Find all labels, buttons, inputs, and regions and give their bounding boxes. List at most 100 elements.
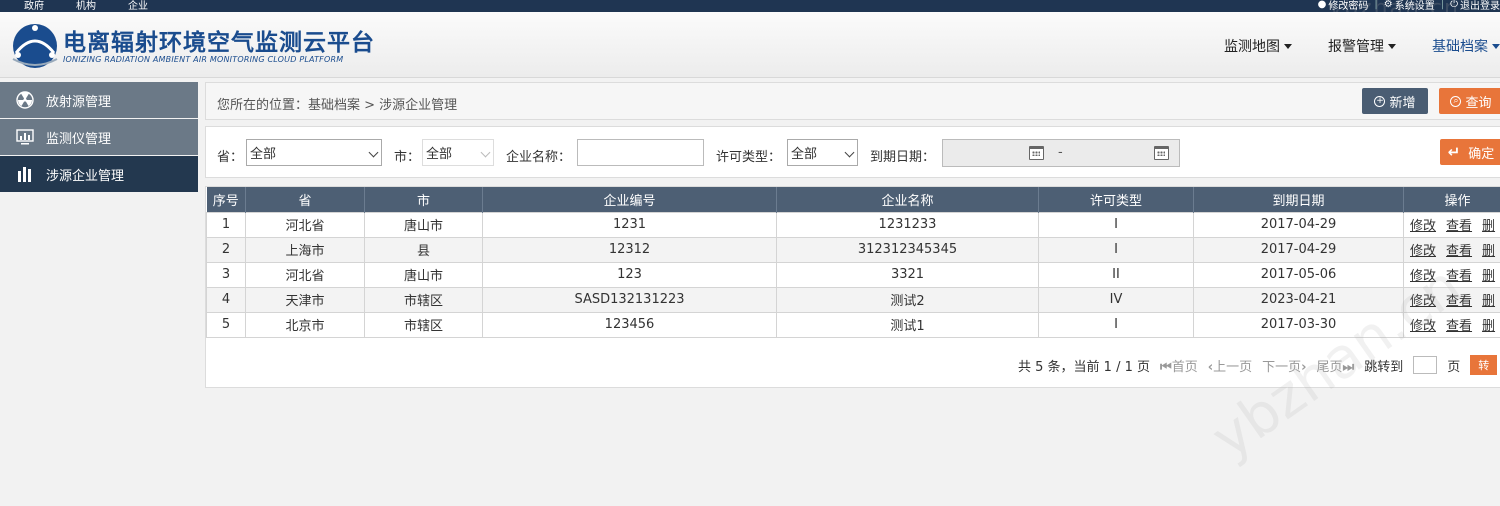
license-type-select-value: 全部 [791, 147, 818, 162]
col-header-province: 省 [245, 187, 365, 212]
sidebar-item-label: 监测仪管理 [46, 131, 112, 147]
view-link[interactable]: 查看 [1446, 219, 1472, 234]
chevron-down-icon [844, 147, 855, 158]
cell-city: 唐山市 [364, 211, 483, 238]
building-icon [18, 167, 31, 182]
nav-basic-records[interactable]: 基础档案 [1432, 36, 1500, 56]
system-settings-link[interactable]: ⚙ 系统设置 [1384, 0, 1435, 12]
sidebar-item-monitor[interactable]: 监测仪管理 [0, 119, 198, 155]
cell-city: 市辖区 [364, 286, 483, 313]
calendar-icon[interactable] [1029, 146, 1044, 160]
col-header-actions: 操作 [1403, 187, 1500, 212]
sidebar-item-radiation-source[interactable]: 放射源管理 [0, 82, 198, 118]
go-button[interactable]: 转 [1470, 355, 1498, 375]
cell-license-type: IV [1038, 286, 1194, 313]
top-link-government[interactable]: 政府 [24, 0, 44, 12]
cell-city: 县 [364, 236, 483, 263]
delete-link[interactable]: 删 [1482, 269, 1495, 284]
delete-link[interactable]: 删 [1482, 294, 1495, 309]
cell-license-type: I [1038, 311, 1194, 338]
cell-province: 河北省 [245, 211, 365, 238]
cell-expiry-date: 2017-05-06 [1193, 261, 1404, 288]
table-row: 3 河北省 唐山市 123 3321 II 2017-05-06 修改 查看删 [206, 261, 1500, 288]
enterprise-name-input[interactable] [577, 139, 704, 166]
cell-enterprise-code: 12312 [482, 236, 777, 263]
table-row: 1 河北省 唐山市 1231 1231233 I 2017-04-29 修改 查看… [206, 211, 1500, 238]
change-password-label: 修改密码 [1328, 1, 1369, 12]
cell-index: 1 [206, 211, 246, 238]
app-title: 电离辐射环境空气监测云平台 [63, 30, 375, 56]
cell-license-type: I [1038, 211, 1194, 238]
table-row: 4 天津市 市辖区 SASD132131223 测试2 IV 2023-04-2… [206, 286, 1500, 313]
prev-page-button[interactable]: ‹上一页 [1208, 356, 1252, 375]
gear-icon: ⚙ [1383, 0, 1393, 10]
logout-label: 退出登录 [1460, 1, 1500, 12]
expiry-date-label: 到期日期： [870, 150, 936, 165]
first-page-button[interactable]: ⏮首页 [1160, 356, 1198, 375]
cell-expiry-date: 2017-04-29 [1193, 236, 1404, 263]
cell-enterprise-name: 1231233 [776, 211, 1039, 238]
nav-label: 监测地图 [1224, 39, 1280, 55]
expiry-date-range: - [942, 139, 1180, 167]
top-link-enterprise[interactable]: 企业 [128, 0, 148, 12]
enterprise-table: 序号 省 市 企业编号 企业名称 许可类型 到期日期 操作 1 河北省 唐山市 … [206, 187, 1500, 338]
calendar-icon[interactable] [1154, 146, 1169, 160]
enter-arrow-icon: ↵ [1447, 143, 1461, 161]
monitor-chart-icon [16, 129, 34, 145]
enterprise-name-label: 企业名称： [506, 150, 572, 165]
nav-alarm-management[interactable]: 报警管理 [1328, 36, 1396, 56]
plus-icon: + [1374, 95, 1386, 107]
query-button[interactable]: ⌕ 查询 [1439, 88, 1500, 114]
cell-license-type: I [1038, 236, 1194, 263]
radiation-icon [16, 91, 34, 109]
jump-page-input[interactable] [1413, 356, 1438, 374]
chevron-down-icon [480, 147, 491, 158]
date-separator: - [1058, 145, 1063, 160]
logo-globe-icon [12, 24, 58, 68]
sidebar: 放射源管理 监测仪管理 涉源企业管理 [0, 82, 198, 193]
edit-link[interactable]: 修改 [1410, 219, 1436, 234]
first-page-icon: ⏮ [1160, 359, 1172, 375]
cell-enterprise-code: SASD132131223 [482, 286, 777, 313]
cell-province: 上海市 [245, 236, 365, 263]
confirm-button-label: 确定 [1468, 146, 1495, 162]
change-password-link[interactable]: ● 修改密码 [1318, 0, 1369, 12]
cell-actions: 修改 查看删 [1403, 236, 1500, 263]
cell-city: 唐山市 [364, 261, 483, 288]
delete-link[interactable]: 删 [1482, 244, 1495, 259]
view-link[interactable]: 查看 [1446, 244, 1472, 259]
cell-actions: 修改 查看删 [1403, 211, 1500, 238]
search-icon: ⌕ [1450, 95, 1462, 107]
delete-link[interactable]: 删 [1482, 319, 1495, 334]
cell-province: 北京市 [245, 311, 365, 338]
filter-panel: 省： 全部 市： 全部 企业名称： 许可类型： 全部 到期日期： - ↵ 确定 [205, 126, 1500, 178]
pagination-summary: 共 5 条，当前 1 / 1 页 [1018, 359, 1150, 375]
logout-link[interactable]: ⏻ 退出登录 [1450, 0, 1500, 12]
table-row: 5 北京市 市辖区 123456 测试1 I 2017-03-30 修改 查看删 [206, 311, 1500, 338]
col-header-index: 序号 [206, 187, 246, 212]
caret-down-icon [1284, 43, 1292, 49]
col-header-enterprise-name: 企业名称 [776, 187, 1039, 212]
add-button[interactable]: + 新增 [1362, 88, 1428, 114]
chevron-down-icon [368, 147, 379, 158]
top-link-institution[interactable]: 机构 [76, 0, 96, 12]
sidebar-item-enterprise[interactable]: 涉源企业管理 [0, 156, 198, 192]
divider: | [1440, 0, 1445, 10]
cell-index: 3 [206, 261, 246, 288]
city-select[interactable]: 全部 [422, 139, 494, 166]
province-select[interactable]: 全部 [246, 139, 382, 166]
nav-monitoring-map[interactable]: 监测地图 [1224, 36, 1292, 56]
city-label: 市： [394, 150, 421, 165]
license-type-select[interactable]: 全部 [787, 139, 858, 166]
col-header-city: 市 [364, 187, 483, 212]
delete-link[interactable]: 删 [1482, 219, 1495, 234]
caret-down-icon [1492, 43, 1500, 49]
province-select-value: 全部 [250, 147, 277, 162]
cell-province: 河北省 [245, 261, 365, 288]
table-header-row: 序号 省 市 企业编号 企业名称 许可类型 到期日期 操作 [206, 187, 1500, 212]
confirm-button[interactable]: ↵ 确定 [1440, 139, 1500, 165]
cell-enterprise-code: 123 [482, 261, 777, 288]
cell-province: 天津市 [245, 286, 365, 313]
cell-index: 5 [206, 311, 246, 338]
col-header-expiry-date: 到期日期 [1193, 187, 1404, 212]
